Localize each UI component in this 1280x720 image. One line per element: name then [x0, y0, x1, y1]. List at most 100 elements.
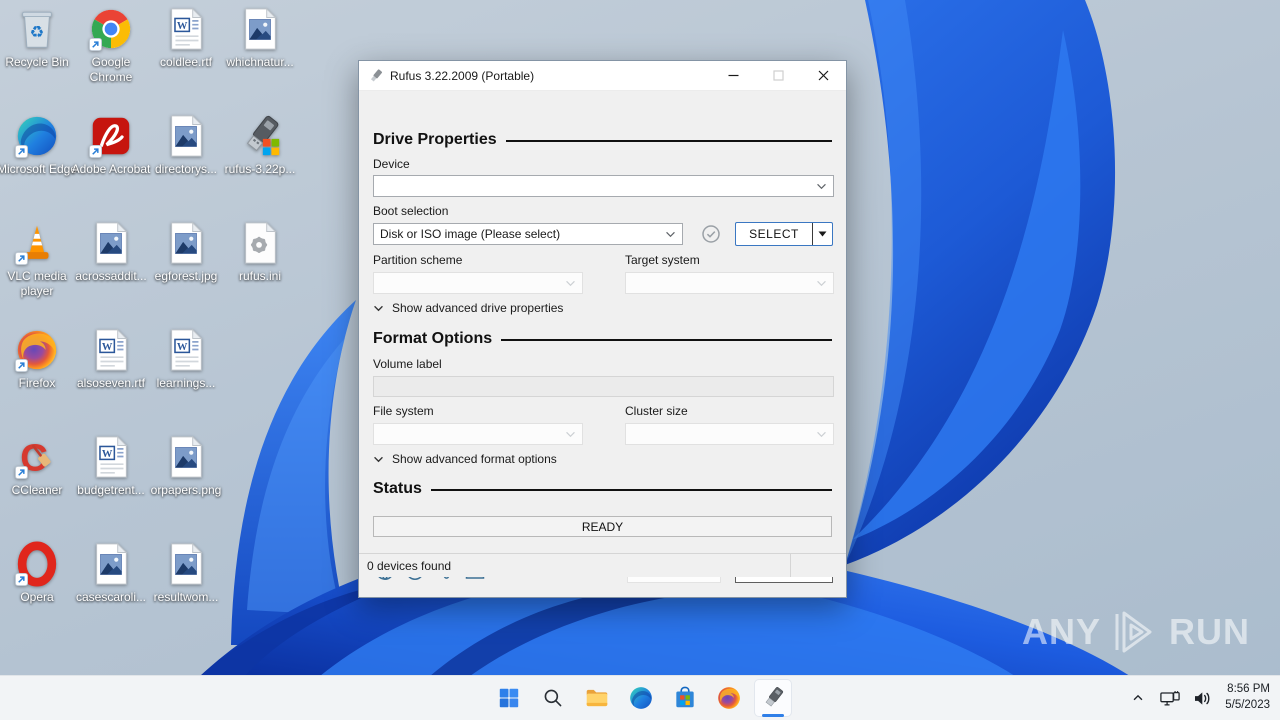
taskbar-start-button[interactable] — [487, 676, 531, 720]
word-doc-icon: W — [88, 434, 134, 480]
desktop-icon-acrossaddit[interactable]: acrossaddit... — [69, 220, 153, 284]
close-window-button[interactable] — [801, 62, 846, 90]
taskbar: 8:56 PM 5/5/2023 — [0, 675, 1280, 720]
clock-time: 8:56 PM — [1227, 683, 1270, 696]
start-icon — [496, 685, 522, 711]
boot-selection-dropdown[interactable]: Disk or ISO image (Please select) — [373, 223, 683, 245]
svg-text:W: W — [177, 21, 188, 32]
desktop-icon-label: Firefox — [18, 376, 56, 390]
firefox-icon — [716, 685, 742, 711]
tray-chevron-up-icon[interactable] — [1127, 687, 1149, 709]
taskbar-search-button[interactable] — [531, 676, 575, 720]
desktop-icon-rufus-3-22p[interactable]: rufus-3.22p... — [218, 113, 302, 177]
shortcut-arrow-icon — [89, 145, 102, 158]
partition-scheme-dropdown[interactable] — [373, 272, 583, 294]
window-statusbar: 0 devices found — [359, 553, 846, 577]
status-heading: Status — [373, 480, 832, 498]
file-system-dropdown[interactable] — [373, 423, 583, 445]
desktop-icon-whichnatur[interactable]: whichnatur... — [218, 6, 302, 70]
desktop-icon-coldlee-rtf[interactable]: Wcoldlee.rtf — [144, 6, 228, 70]
desktop-icon-label: Microsoft Edge — [0, 162, 78, 176]
target-system-dropdown[interactable] — [625, 272, 834, 294]
taskbar-rufus-button[interactable] — [751, 676, 795, 720]
opera-icon — [14, 541, 60, 587]
svg-text:W: W — [102, 449, 113, 460]
taskbar-firefox-button[interactable] — [707, 676, 751, 720]
svg-text:♻: ♻ — [30, 24, 45, 42]
shortcut-arrow-icon — [15, 573, 28, 586]
desktop-icon-label: Adobe Acrobat — [71, 162, 151, 176]
image-file-icon — [237, 6, 283, 52]
desktop-icon-vlc-media-player[interactable]: VLC media player — [0, 220, 79, 298]
taskbar-store-button[interactable] — [663, 676, 707, 720]
image-file-icon — [88, 220, 134, 266]
desktop-icon-orpapers-png[interactable]: orpapers.png — [144, 434, 228, 498]
volume-icon[interactable] — [1191, 687, 1213, 709]
network-icon[interactable] — [1159, 687, 1181, 709]
device-dropdown[interactable] — [373, 175, 834, 197]
desktop-icon-learnings[interactable]: Wlearnings... — [144, 327, 228, 391]
desktop-icon-google-chrome[interactable]: Google Chrome — [69, 6, 153, 84]
image-file-icon — [163, 541, 209, 587]
taskbar-edge-button[interactable] — [619, 676, 663, 720]
anyrun-logo-icon — [1115, 611, 1152, 653]
chrome-icon — [88, 6, 134, 52]
desktop-icon-adobe-acrobat[interactable]: Adobe Acrobat — [69, 113, 153, 177]
desktop-icon-opera[interactable]: Opera — [0, 541, 79, 605]
clock-date: 5/5/2023 — [1225, 699, 1270, 711]
desktop-icon-label: VLC media player — [7, 269, 67, 298]
svg-text:W: W — [102, 342, 113, 353]
show-advanced-format-options-toggle[interactable]: Show advanced format options — [373, 452, 557, 466]
show-advanced-drive-properties-toggle[interactable]: Show advanced drive properties — [373, 301, 563, 315]
taskbar-center-icons — [487, 676, 795, 720]
cluster-size-dropdown[interactable] — [625, 423, 834, 445]
word-doc-icon: W — [163, 6, 209, 52]
desktop-icon-label: casescaroli... — [75, 590, 147, 604]
usb-icon — [237, 113, 283, 159]
recycle-bin-icon: ♻ — [14, 6, 60, 52]
desktop-icon-casescaroli[interactable]: casescaroli... — [69, 541, 153, 605]
window-body: Drive Properties Device Boot selection D… — [359, 91, 846, 583]
minimize-button[interactable] — [711, 62, 756, 90]
desktop-icon-ccleaner[interactable]: C CCleaner — [0, 434, 79, 498]
device-label: Device — [373, 157, 410, 171]
image-file-icon — [163, 113, 209, 159]
watermark-text-any: ANY — [1022, 611, 1102, 652]
desktop-icon-label: directorys... — [154, 162, 217, 176]
desktop-icon-firefox[interactable]: Firefox — [0, 327, 79, 391]
desktop-icon-label: resultwom... — [153, 590, 219, 604]
acrobat-icon — [88, 113, 134, 159]
search-icon — [540, 685, 566, 711]
taskbar-clock[interactable]: 8:56 PM 5/5/2023 — [1223, 682, 1270, 713]
file-explorer-icon — [584, 685, 610, 711]
shortcut-arrow-icon — [15, 466, 28, 479]
desktop-icon-recycle-bin[interactable]: ♻ Recycle Bin — [0, 6, 79, 70]
store-icon — [672, 685, 698, 711]
taskbar-file-explorer-button[interactable] — [575, 676, 619, 720]
select-dropdown-arrow[interactable] — [812, 223, 832, 245]
vlc-icon — [14, 220, 60, 266]
desktop-icon-label: learnings... — [156, 376, 216, 390]
desktop-icon-egforest-jpg[interactable]: egforest.jpg — [144, 220, 228, 284]
shortcut-arrow-icon — [15, 145, 28, 158]
desktop: ANY RUN ♻ Recycle Bin Google Chrome Wcoldle… — [0, 0, 1280, 720]
desktop-icon-budgetrent[interactable]: Wbudgetrent... — [69, 434, 153, 498]
cluster-size-label: Cluster size — [625, 404, 688, 418]
ccleaner-icon: C — [14, 434, 60, 480]
titlebar[interactable]: Rufus 3.22.2009 (Portable) — [359, 61, 846, 91]
desktop-icon-label: CCleaner — [11, 483, 63, 497]
format-options-heading: Format Options — [373, 330, 832, 348]
desktop-icon-label: acrossaddit... — [75, 269, 147, 283]
status-ready-bar: READY — [373, 516, 832, 537]
desktop-icon-label: Google Chrome — [89, 55, 133, 84]
hash-check-icon[interactable] — [699, 222, 723, 246]
desktop-icon-label: Opera — [20, 590, 54, 604]
desktop-icon-rufus-ini[interactable]: rufus.ini — [218, 220, 302, 284]
desktop-icon-alsoseven-rtf[interactable]: Walsoseven.rtf — [69, 327, 153, 391]
statusbar-divider — [790, 554, 791, 577]
desktop-icon-directorys[interactable]: directorys... — [144, 113, 228, 177]
desktop-icon-resultwom[interactable]: resultwom... — [144, 541, 228, 605]
volume-label-input[interactable] — [373, 376, 834, 397]
desktop-icon-microsoft-edge[interactable]: Microsoft Edge — [0, 113, 79, 177]
select-button[interactable]: SELECT — [735, 222, 833, 246]
